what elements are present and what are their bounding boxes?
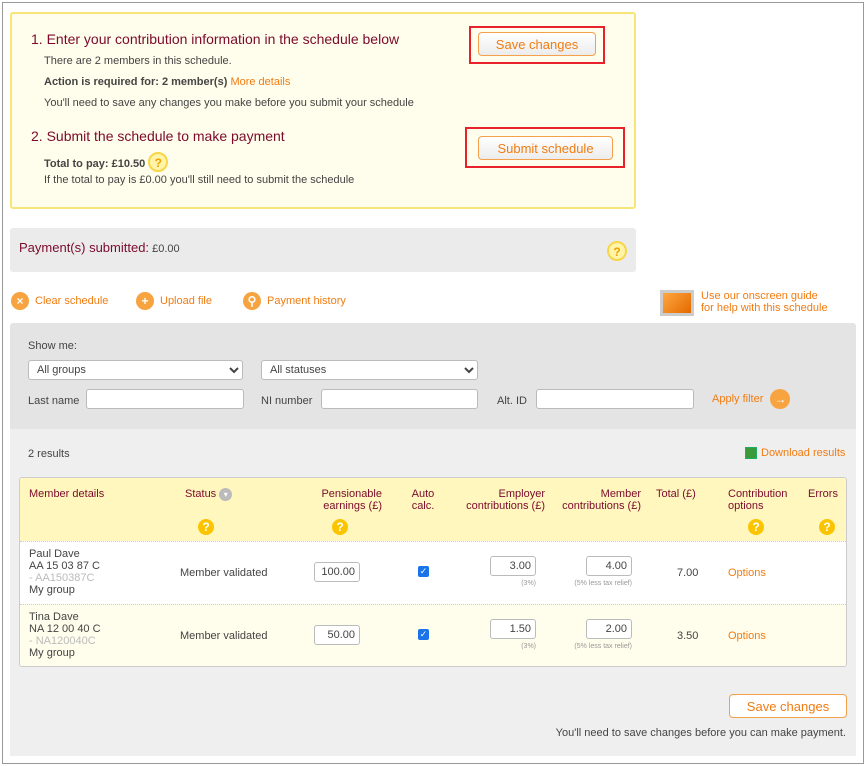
header-status[interactable]: Status ▾ [185, 488, 232, 501]
ni-number-label: NI number [261, 395, 312, 407]
help-icon[interactable]: ? [819, 519, 835, 535]
monitor-guide-icon[interactable] [660, 290, 694, 316]
alt-id-input[interactable] [536, 389, 694, 409]
member-ni: AA 15 03 87 C [29, 560, 100, 572]
table-row: Tina Dave NA 12 00 40 C - NA120040C My g… [20, 604, 846, 667]
filter-panel: Show me: All groups All statuses Last na… [10, 323, 856, 429]
close-icon: × [11, 292, 29, 310]
ni-number-input[interactable] [321, 389, 478, 409]
payments-value: £0.00 [152, 243, 180, 255]
step1-title: 1. Enter your contribution information i… [31, 31, 399, 47]
help-icon[interactable]: ? [148, 152, 168, 172]
groups-select[interactable]: All groups [28, 360, 243, 380]
member-status: Member validated [180, 630, 267, 642]
member-name: Tina Dave [29, 611, 101, 623]
show-me-label: Show me: [28, 340, 77, 352]
header-member-contributions: Member contributions (£) [550, 488, 641, 512]
member-input[interactable] [586, 556, 632, 576]
employer-input[interactable] [490, 619, 536, 639]
upload-file-link[interactable]: +Upload file [136, 292, 212, 310]
zero-note: If the total to pay is £0.00 you'll stil… [44, 174, 354, 186]
member-status: Member validated [180, 567, 267, 579]
save-changes-bottom-button[interactable]: Save changes [729, 694, 847, 718]
search-icon: ⚲ [243, 292, 261, 310]
member-name: Paul Dave [29, 548, 100, 560]
header-options: Contribution options [728, 488, 798, 512]
results-count: 2 results [28, 448, 70, 460]
member-input[interactable] [586, 619, 632, 639]
last-name-label: Last name [28, 395, 79, 407]
onscreen-guide-link[interactable]: Use our onscreen guidefor help with this… [701, 290, 828, 314]
spreadsheet-icon [745, 447, 757, 459]
download-results-link[interactable]: Download results [745, 447, 845, 459]
chevron-down-icon[interactable]: ▾ [219, 488, 232, 501]
member-note: (5% less tax relief) [540, 643, 632, 650]
last-name-input[interactable] [86, 389, 244, 409]
save-changes-button[interactable]: Save changes [478, 32, 596, 56]
header-earnings: Pensionable earnings (£) [292, 488, 382, 512]
payments-label: Payment(s) submitted: [19, 240, 149, 255]
member-group: My group [29, 647, 101, 659]
step2-title: 2. Submit the schedule to make payment [31, 128, 285, 144]
arrow-right-icon: → [770, 389, 790, 409]
plus-icon: + [136, 292, 154, 310]
header-auto: Auto calc. [408, 488, 438, 512]
payments-panel: Payment(s) submitted: £0.00 ? [10, 228, 636, 272]
help-icon[interactable]: ? [332, 519, 348, 535]
member-alt-id: - NA120040C [29, 635, 101, 647]
earnings-input[interactable] [314, 625, 360, 645]
row-total: 7.00 [677, 567, 698, 579]
member-group: My group [29, 584, 100, 596]
action-text: Action is required for: 2 member(s) [44, 76, 227, 88]
help-icon[interactable]: ? [198, 519, 214, 535]
member-ni: NA 12 00 40 C [29, 623, 101, 635]
earnings-input[interactable] [314, 562, 360, 582]
save-highlight: Save changes [469, 26, 605, 64]
employer-note: (3%) [490, 580, 536, 587]
apply-filter-button[interactable]: Apply filter → [712, 389, 796, 409]
footer-note: You'll need to save changes before you c… [556, 727, 846, 739]
member-alt-id: - AA150387C [29, 572, 100, 584]
employer-input[interactable] [490, 556, 536, 576]
alt-id-label: Alt. ID [497, 395, 527, 407]
statuses-select[interactable]: All statuses [261, 360, 478, 380]
header-errors: Errors [808, 488, 838, 500]
save-note: You'll need to save any changes you make… [44, 97, 414, 109]
employer-note: (3%) [490, 643, 536, 650]
options-link[interactable]: Options [728, 567, 766, 579]
members-text: There are 2 members in this schedule. [44, 55, 232, 67]
header-member: Member details [29, 488, 104, 500]
payment-history-link[interactable]: ⚲Payment history [243, 292, 346, 310]
more-details-link[interactable]: More details [230, 76, 290, 88]
submit-schedule-button[interactable]: Submit schedule [478, 136, 613, 160]
header-total: Total (£) [656, 488, 696, 500]
auto-calc-checkbox[interactable]: ✓ [418, 566, 429, 577]
member-note: (5% less tax relief) [540, 580, 632, 587]
table-header: Member details Status ▾ Pensionable earn… [20, 478, 846, 541]
auto-calc-checkbox[interactable]: ✓ [418, 629, 429, 640]
submit-highlight: Submit schedule [465, 127, 625, 168]
help-icon[interactable]: ? [607, 241, 627, 261]
help-icon[interactable]: ? [748, 519, 764, 535]
total-to-pay: Total to pay: £10.50 [44, 158, 145, 170]
header-employer: Employer contributions (£) [452, 488, 545, 512]
table-row: Paul Dave AA 15 03 87 C - AA150387C My g… [20, 541, 846, 604]
options-link[interactable]: Options [728, 630, 766, 642]
row-total: 3.50 [677, 630, 698, 642]
contributions-table: Member details Status ▾ Pensionable earn… [19, 477, 847, 667]
clear-schedule-link[interactable]: ×Clear schedule [11, 292, 108, 310]
instructions-panel: 1. Enter your contribution information i… [10, 12, 636, 209]
